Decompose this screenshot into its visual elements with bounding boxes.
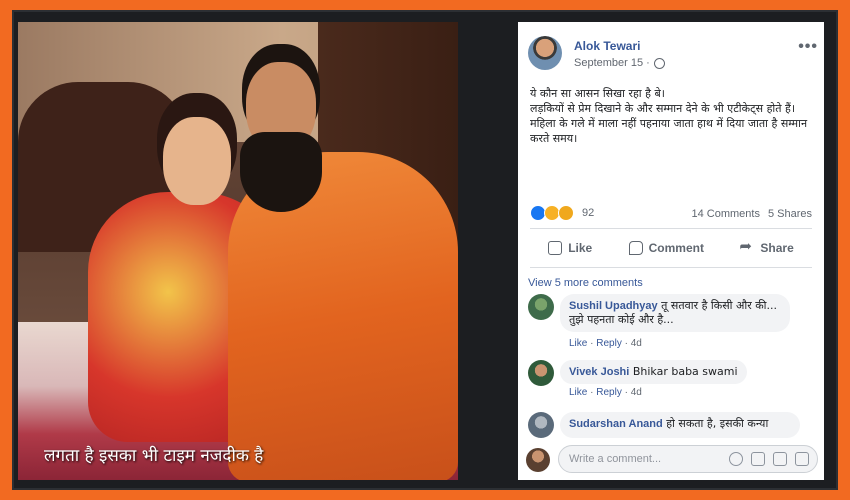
post-counts: 14 Comments 5 Shares — [691, 208, 812, 220]
comments-count[interactable]: 14 Comments — [691, 208, 759, 220]
comment-like-link[interactable]: Like — [569, 387, 587, 398]
sticker-icon[interactable] — [795, 452, 809, 466]
commenter-avatar[interactable] — [528, 412, 554, 438]
comment-input-placeholder: Write a comment... — [569, 453, 662, 465]
comment-links: Like · Reply · 4d — [569, 338, 642, 349]
comment-input[interactable]: Write a comment... — [558, 445, 818, 473]
comment-reply-link[interactable]: Reply — [596, 338, 622, 349]
like-label: Like — [568, 241, 593, 255]
commenter-avatar[interactable] — [528, 294, 554, 320]
wow-reaction-icon — [558, 205, 574, 221]
divider — [530, 228, 812, 229]
comment-icon — [628, 241, 643, 255]
post-text: ये कौन सा आसन सिखा रहा है बे। लड़कियों स… — [530, 86, 816, 146]
photo-man-beard — [240, 132, 322, 212]
comment-button[interactable]: Comment — [628, 241, 704, 255]
gif-icon[interactable] — [773, 452, 787, 466]
post-actions: Like Comment Share — [530, 232, 812, 264]
author-avatar[interactable] — [528, 36, 562, 70]
comment-bubble: Sudarshan Anand हो सकता है, इसकी कन्या — [560, 412, 800, 438]
divider — [530, 267, 812, 268]
commenter-name[interactable]: Sudarshan Anand — [569, 418, 663, 430]
post-meta: September 15 · — [574, 57, 665, 69]
like-icon — [548, 241, 563, 255]
comment-text: Bhikar baba swami — [632, 365, 738, 378]
commenter-name[interactable]: Vivek Joshi — [569, 366, 629, 378]
comment-age: 4d — [630, 387, 642, 398]
comment-text: हो सकता है, इसकी कन्या — [666, 417, 769, 430]
comment-bubble: Vivek Joshi Bhikar baba swami — [560, 360, 747, 384]
share-label: Share — [760, 241, 794, 255]
comment-age: 4d — [630, 338, 642, 349]
viewer-avatar — [526, 448, 550, 472]
commenter-name[interactable]: Sushil Upadhyay — [569, 300, 658, 312]
comment-reply-link[interactable]: Reply — [596, 387, 622, 398]
share-button[interactable]: Share — [739, 237, 794, 255]
comment-links: Like · Reply · 4d — [569, 387, 642, 398]
post-date[interactable]: September 15 · — [574, 57, 650, 69]
view-more-comments-link[interactable]: View 5 more comments — [528, 277, 643, 289]
author-name[interactable]: Alok Tewari — [574, 39, 640, 53]
comment-like-link[interactable]: Like — [569, 338, 587, 349]
post-text-line: ये कौन सा आसन सिखा रहा है बे। — [530, 87, 665, 100]
reactions-summary[interactable]: 92 — [530, 205, 594, 221]
globe-icon — [653, 57, 665, 69]
camera-icon[interactable] — [751, 452, 765, 466]
like-button[interactable]: Like — [548, 241, 592, 255]
write-comment-bar: Write a comment... — [526, 445, 818, 475]
post-text-line: लड़कियों से प्रेम दिखाने के और सम्मान दे… — [530, 102, 796, 115]
comment-tools — [729, 452, 809, 466]
post-panel: Alok Tewari September 15 · ••• ये कौन सा… — [518, 22, 824, 480]
reaction-count: 92 — [582, 207, 595, 219]
emoji-icon[interactable] — [729, 452, 743, 466]
photo-woman-head — [163, 117, 231, 205]
comment-label: Comment — [648, 241, 704, 255]
commenter-avatar[interactable] — [528, 360, 554, 386]
post-photo[interactable]: लगता है इसका भी टाइम नजदीक है — [18, 22, 458, 480]
comment-bubble: Sushil Upadhyay तू सतवार है किसी और की..… — [560, 294, 790, 332]
share-icon — [739, 237, 754, 255]
more-icon[interactable]: ••• — [798, 38, 818, 56]
photo-caption: लगता है इसका भी टाइम नजदीक है — [44, 446, 264, 466]
shares-count[interactable]: 5 Shares — [768, 208, 812, 220]
post-header: Alok Tewari September 15 · ••• — [528, 36, 818, 76]
post-text-line: महिला के गले में माला नहीं पहनाया जाता ह… — [530, 117, 808, 145]
